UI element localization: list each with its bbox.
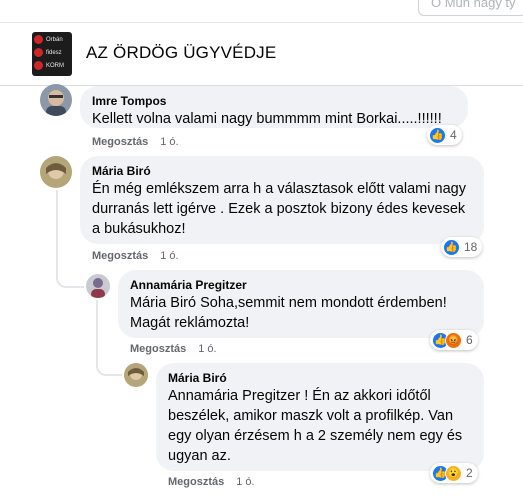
logo-red-dot (34, 35, 43, 44)
reaction-count: 2 (466, 466, 473, 480)
reaction-count: 6 (466, 333, 473, 347)
share-link[interactable]: Megosztás (168, 476, 224, 488)
comment-author[interactable]: Annamária Pregitzer (130, 278, 472, 293)
comment-age[interactable]: 1 ó. (160, 136, 178, 148)
search-box[interactable]: Ó Mun nagy ty (418, 0, 523, 16)
angry-icon: 😡 (445, 331, 462, 349)
reaction-count: 4 (450, 128, 457, 142)
comment-actions: Megosztás 1 ó. (92, 250, 179, 262)
comment-bubble: Mária Biró Annamária Pregitzer ! Én az a… (156, 363, 484, 471)
comment-actions: Megosztás 1 ó. (92, 136, 179, 148)
logo-text-1: Orbán (46, 36, 63, 43)
like-icon: 👍 (443, 238, 460, 256)
comment-actions: Megosztás 1 ó. (130, 343, 217, 355)
comment-age[interactable]: 1 ó. (236, 476, 254, 488)
scrollbar[interactable] (519, 86, 523, 496)
share-link[interactable]: Megosztás (92, 250, 148, 262)
top-strip: Ó Mun nagy ty (0, 0, 523, 22)
reaction-count: 18 (464, 240, 478, 254)
comment-age[interactable]: 1 ó. (198, 343, 216, 355)
comment-age[interactable]: 1 ó. (160, 250, 178, 262)
comment-bubble: Annamária Pregitzer Mária Biró Soha,semm… (118, 270, 484, 338)
reaction-summary[interactable]: 👍 4 (427, 125, 462, 145)
avatar[interactable] (40, 156, 72, 188)
avatar[interactable] (40, 84, 72, 116)
share-link[interactable]: Megosztás (130, 343, 186, 355)
page-header: Orbán fidesz KORM AZ ÖRDÖG ÜGYVÉDJE (0, 22, 523, 86)
comment-author[interactable]: Mária Biró (168, 371, 472, 386)
page-title[interactable]: AZ ÖRDÖG ÜGYVÉDJE (86, 43, 276, 63)
comment-actions: Megosztás 1 ó. (168, 476, 255, 488)
logo-text-2: fidesz (46, 49, 62, 56)
reaction-summary[interactable]: 👍 😡 6 (430, 330, 478, 350)
left-gutter (0, 86, 28, 496)
share-link[interactable]: Megosztás (92, 136, 148, 148)
page-logo[interactable]: Orbán fidesz KORM (32, 32, 72, 76)
comment-author[interactable]: Imre Tompos (92, 94, 456, 109)
comment-text: Annamária Pregitzer ! Én az akkori időtő… (168, 388, 463, 464)
comment-text: Én még emlékszem arra h a választasok el… (92, 181, 466, 237)
comment-text: Mária Biró Soha,semmit nem mondott érdem… (130, 295, 447, 331)
comment-author[interactable]: Mária Biró (92, 164, 472, 179)
comment-bubble: Mária Biró Én még emlékszem arra h a vál… (80, 156, 484, 244)
reaction-summary[interactable]: 👍 😮 2 (430, 463, 478, 483)
comment-bubble: Imre Tompos Kellett volna valami nagy bu… (80, 86, 468, 128)
search-placeholder: Ó Mun nagy ty (431, 0, 516, 10)
avatar[interactable] (86, 274, 110, 298)
thread-elbow (96, 360, 122, 376)
logo-red-dot (34, 61, 43, 70)
logo-red-dot (34, 48, 43, 57)
wow-icon: 😮 (445, 464, 462, 482)
like-icon: 👍 (429, 126, 446, 144)
reaction-summary[interactable]: 👍 18 (441, 237, 483, 257)
thread-line (96, 300, 98, 362)
logo-text-3: KORM (46, 62, 64, 69)
thread-elbow (56, 270, 84, 288)
thread-line (56, 190, 58, 280)
avatar[interactable] (124, 363, 148, 387)
comment-text: Kellett volna valami nagy bummmm mint Bo… (92, 111, 442, 127)
